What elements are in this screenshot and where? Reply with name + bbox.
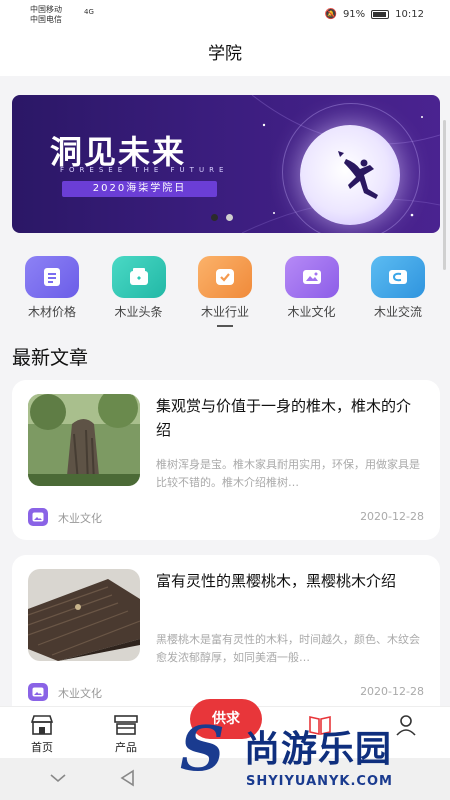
carousel-indicator [211, 214, 233, 221]
article-excerpt: 椎树浑身是宝。椎木家具耐用实用，环保，用做家具是比较不错的。椎木介绍椎树… [156, 458, 420, 489]
article-date: 2020-12-28 [360, 510, 424, 523]
picture-icon [284, 256, 339, 298]
dancer-silhouette-icon [338, 151, 378, 199]
category-label: 木业交流 [373, 305, 422, 319]
storefront-icon [30, 715, 54, 735]
tab-home[interactable]: 首页 [12, 713, 72, 755]
clock: 10:12 [395, 9, 424, 20]
carrier-1: 中国移动 [30, 5, 62, 14]
site-watermark: S 尚游乐园 SHYIYUANYK.COM [180, 716, 446, 798]
watermark-logo: S [180, 712, 225, 785]
chat-card-icon [371, 256, 425, 298]
category-label: 木业头条 [114, 305, 163, 319]
back-triangle-icon[interactable] [118, 768, 138, 788]
category-wood-price[interactable]: 木材价格 [10, 256, 94, 336]
category-wood-industry[interactable]: 木业行业 [183, 256, 267, 336]
picture-icon [28, 508, 48, 526]
article-date: 2020-12-28 [360, 685, 424, 698]
category-wood-culture[interactable]: 木业文化 [270, 256, 354, 336]
article-title[interactable]: 富有灵性的黑樱桃木，黑樱桃木介绍 [156, 569, 424, 593]
tab-label: 产品 [115, 741, 137, 754]
watermark-url: SHYIYUANYK.COM [246, 774, 393, 789]
status-right: 🔕 91% 10:12 [324, 9, 424, 20]
tab-products[interactable]: 产品 [96, 713, 156, 755]
product-box-icon [114, 715, 138, 735]
category-label: 木材价格 [27, 305, 76, 319]
article-title[interactable]: 集观赏与价值于一身的椎木，椎木的介绍 [156, 394, 424, 442]
category-label: 木业行业 [200, 305, 249, 319]
picture-icon [28, 683, 48, 701]
document-icon [25, 256, 79, 298]
article-thumbnail[interactable] [28, 569, 140, 661]
chevron-down-icon[interactable] [48, 768, 68, 788]
category-wood-exchange[interactable]: 木业交流 [356, 256, 440, 336]
article-excerpt: 黑樱桃木是富有灵性的木料，时间越久，颜色、木纹会愈发浓郁醇厚，如同美酒一般… [156, 633, 420, 664]
network-type: 4G [84, 8, 94, 16]
article-meta: 木业文化 2020-12-28 [28, 508, 424, 526]
battery-icon [371, 10, 390, 19]
carrier-info: 中国移动 中国电信 [30, 5, 62, 25]
watermark-text: 尚游乐园 [244, 729, 393, 770]
checkmark-card-icon [198, 256, 252, 298]
battery-percent: 91% [342, 9, 366, 20]
tab-label: 首页 [31, 741, 53, 754]
article-card[interactable]: 集观赏与价值于一身的椎木，椎木的介绍 椎树浑身是宝。椎木家具耐用实用，环保，用做… [12, 380, 440, 540]
article-category: 木业文化 [58, 687, 102, 700]
category-wood-news[interactable]: 木业头条 [97, 256, 181, 336]
status-bar: 中国移动 中国电信 4G 🔕 91% 10:12 [0, 0, 450, 32]
active-indicator [217, 325, 233, 327]
banner-subtitle: FORESEE THE FUTURE [60, 166, 229, 174]
mute-icon: 🔕 [324, 9, 337, 20]
wood-planks-image [28, 569, 140, 661]
article-thumbnail[interactable] [28, 394, 140, 486]
carrier-2: 中国电信 [30, 15, 62, 24]
banner-tag: 2020海柒学院日 [62, 181, 217, 197]
news-box-icon [111, 256, 166, 298]
promo-banner[interactable]: 洞见未来 FORESEE THE FUTURE 2020海柒学院日 [12, 95, 440, 233]
page-title: 学院 [0, 32, 450, 76]
section-title: 最新文章 [12, 347, 89, 369]
article-category: 木业文化 [58, 512, 102, 525]
carousel-dot-active[interactable] [211, 214, 218, 221]
scrollbar[interactable] [443, 120, 446, 270]
category-grid: 木材价格 木业头条 木业行业 木业文化 木业交流 [10, 256, 440, 336]
tree-image [28, 394, 140, 486]
carousel-dot[interactable] [226, 214, 233, 221]
category-label: 木业文化 [287, 305, 336, 319]
